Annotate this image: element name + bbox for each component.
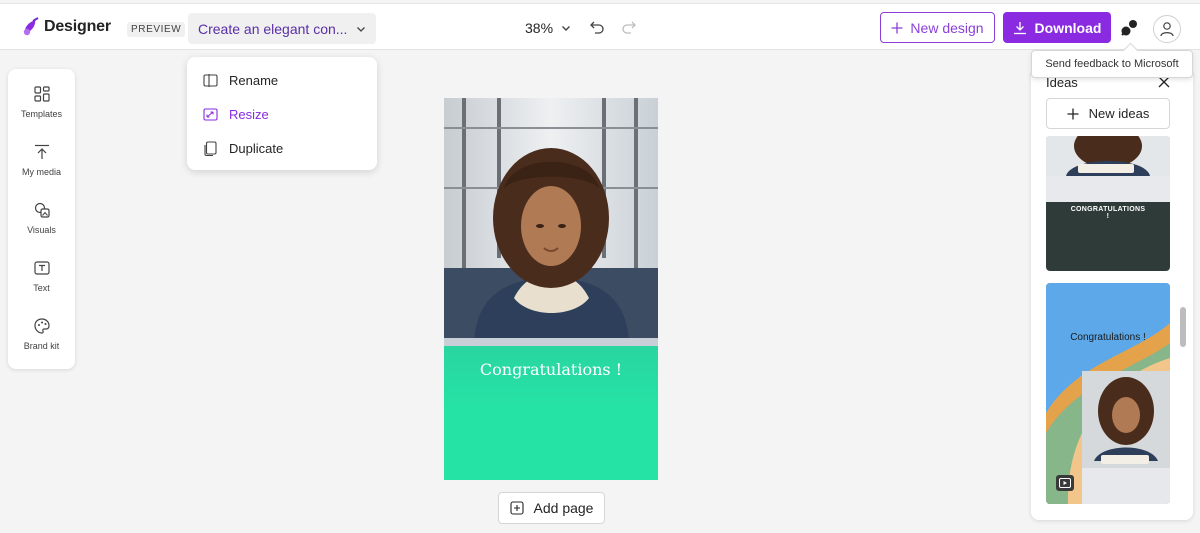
chevron-down-icon [562,26,571,31]
undo-icon[interactable] [589,19,605,35]
play-icon [1059,478,1071,488]
menu-item-label: Rename [229,72,279,88]
sidebar-item-label: Brand kit [23,341,60,351]
feedback-tooltip: Send feedback to Microsoft [1031,50,1193,78]
text-icon [33,261,50,275]
new-ideas-label: New ideas [1088,106,1150,121]
palette-icon [33,318,50,334]
title-dropdown-menu: Rename Resize Duplicate [187,57,377,170]
design-canvas[interactable]: Congratulations ! [444,98,658,480]
duplicate-icon [204,140,217,156]
idea-card-text: Congratulations ! [1070,332,1146,343]
sidebar-item-label: Text [33,283,50,293]
add-page-icon [509,501,524,515]
canvas-headline[interactable]: Congratulations ! [444,360,658,379]
designer-logo-icon [23,17,39,36]
add-page-button[interactable]: Add page [498,492,605,524]
upload-icon [34,144,49,159]
preview-badge: PREVIEW [127,22,186,37]
sidebar-item-label: Templates [20,109,63,119]
menu-item-resize[interactable]: Resize [203,103,269,125]
design-title-dropdown[interactable]: Create an elegant con... [188,13,376,44]
templates-icon [33,86,50,102]
download-label: Download [1034,19,1102,36]
zoom-level: 38% [525,20,554,36]
menu-item-duplicate[interactable]: Duplicate [203,137,283,159]
menu-item-rename[interactable]: Rename [203,69,278,91]
user-icon [1160,22,1174,37]
student-reading-photo [444,98,658,347]
sidebar-item-label: Visuals [27,225,56,235]
download-icon [1013,21,1026,34]
idea-card[interactable]: Congratulations ! [1046,283,1170,504]
download-button[interactable]: Download [1003,12,1111,43]
plus-icon [891,22,903,33]
sidebar-item-label: My media [21,167,61,177]
new-ideas-button[interactable]: New ideas [1046,98,1170,129]
avatar[interactable] [1153,15,1181,43]
redo-icon[interactable] [621,19,637,35]
resize-icon [203,107,218,121]
menu-item-label: Resize [229,106,269,122]
ideas-panel: Ideas New ideas CONGRATULATIONS ! Congra… [1031,68,1193,520]
new-design-button[interactable]: New design [880,12,995,43]
idea-card[interactable]: CONGRATULATIONS ! [1046,136,1170,271]
design-title: Create an elegant con... [198,20,348,37]
left-sidebar: Templates My media Visuals Text Brand ki… [8,69,75,369]
visuals-icon [34,202,50,218]
sidebar-item-templates[interactable]: Templates [8,79,75,129]
sidebar-item-text[interactable]: Text [8,253,75,303]
rename-icon [203,73,218,87]
menu-item-label: Duplicate [229,140,284,156]
sidebar-item-my-media[interactable]: My media [8,137,75,187]
sidebar-item-visuals[interactable]: Visuals [8,195,75,245]
idea-card-image [1046,136,1170,202]
top-bar: Designer PREVIEW Create an elegant con..… [0,3,1200,50]
idea-card-photo [1046,136,1170,202]
ideas-scrollbar[interactable] [1180,307,1186,347]
video-icon [1056,475,1074,491]
feedback-icon[interactable] [1120,19,1140,37]
plus-icon [1067,108,1079,119]
sidebar-item-brand-kit[interactable]: Brand kit [8,311,75,361]
idea-card-image [1046,283,1170,504]
zoom-control[interactable]: 38% [525,20,571,36]
add-page-label: Add page [533,500,594,516]
canvas-photo[interactable] [444,98,658,347]
chevron-down-icon [357,26,365,32]
brand[interactable]: Designer [22,17,111,37]
app-name: Designer [44,18,111,35]
idea-card-text: CONGRATULATIONS ! [1070,206,1146,220]
new-design-label: New design [910,19,984,36]
